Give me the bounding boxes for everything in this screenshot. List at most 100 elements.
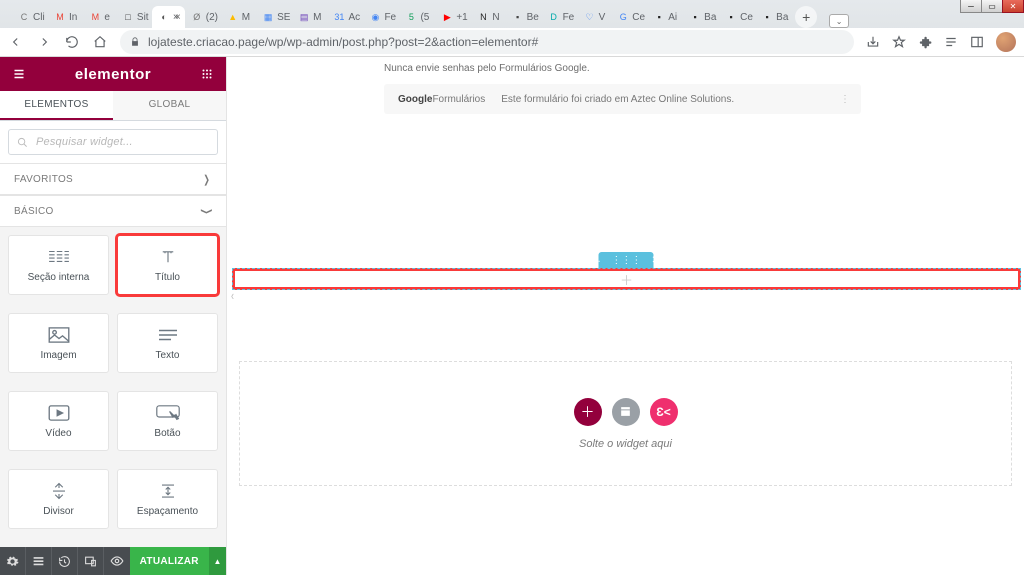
star-icon[interactable] [892, 35, 906, 49]
tab-dropdown[interactable]: ⌄ [829, 14, 849, 28]
tab-title: × [173, 12, 179, 23]
update-button[interactable]: ATUALIZAR [130, 547, 209, 575]
browser-tab[interactable]: ▶+1 [435, 6, 471, 28]
tab-title: V [599, 12, 606, 23]
window-maximize[interactable]: ▭ [981, 0, 1003, 13]
tab-global[interactable]: GLOBAL [113, 91, 226, 120]
google-forms-footer: Nunca envie senhas pelo Formulários Goog… [384, 63, 861, 114]
tab-title: In [69, 12, 77, 23]
preview-icon[interactable] [104, 547, 130, 575]
widget-secao[interactable]: Seção interna [8, 235, 109, 295]
browser-tab[interactable]: ▪Ce [719, 6, 755, 28]
template-button[interactable] [612, 398, 640, 426]
browser-tab[interactable]: MIn [48, 6, 83, 28]
search-input[interactable] [34, 135, 209, 149]
delete-section-icon[interactable]: ✕ [651, 255, 659, 266]
browser-tab[interactable]: ▪Ba [755, 6, 791, 28]
browser-tab[interactable]: ▤M [292, 6, 327, 28]
history-icon[interactable] [52, 547, 78, 575]
widget-espacamento[interactable]: Espaçamento [117, 469, 218, 529]
widget-label: Divisor [43, 506, 74, 517]
drop-widget-area[interactable]: ＋ Ɛ< Solte o widget aqui [239, 361, 1012, 486]
drop-widget-label: Solte o widget aqui [579, 438, 672, 450]
responsive-icon[interactable] [78, 547, 104, 575]
category-favoritos-label: FAVORITOS [14, 174, 73, 185]
browser-tab[interactable]: ▲M [221, 6, 256, 28]
scroll-left-caret: ‹ [231, 289, 234, 303]
browser-tab[interactable]: NN [471, 6, 505, 28]
browser-tab[interactable]: ▪Ai [647, 6, 683, 28]
browser-tab[interactable]: Me [83, 6, 116, 28]
browser-tab[interactable]: ▪Ba [683, 6, 719, 28]
home-icon[interactable] [92, 34, 108, 50]
tab-title: Ai [668, 12, 677, 23]
kebab-icon[interactable]: ⋮ [840, 94, 851, 105]
browser-tab[interactable]: DFe [542, 6, 578, 28]
google-forms-note: Nunca envie senhas pelo Formulários Goog… [384, 63, 861, 74]
imagem-icon [46, 326, 72, 344]
section-handle[interactable]: ＋ ⋮⋮⋮ ✕ [598, 252, 653, 268]
editor-canvas[interactable]: Nunca envie senhas pelo Formulários Goog… [227, 57, 1024, 575]
tab-favicon: ▪ [761, 11, 773, 23]
browser-tab[interactable]: 31Ac [327, 6, 363, 28]
tab-favicon: Ø [191, 11, 203, 23]
address-bar[interactable]: lojateste.criacao.page/wp/wp-admin/post.… [120, 30, 854, 54]
widget-botao[interactable]: Botão [117, 391, 218, 451]
category-favoritos[interactable]: FAVORITOS ❯ [0, 163, 226, 195]
browser-tab[interactable]: CCli [12, 6, 48, 28]
tab-favicon: □ [122, 11, 134, 23]
tab-favicon: G [617, 11, 629, 23]
tab-elementos[interactable]: ELEMENTOS [0, 91, 113, 120]
settings-icon[interactable] [0, 547, 26, 575]
widget-imagem[interactable]: Imagem [8, 313, 109, 373]
drag-section-icon[interactable]: ⋮⋮⋮ [611, 255, 641, 266]
browser-tab[interactable]: ▦SE [256, 6, 292, 28]
back-icon[interactable] [8, 34, 24, 50]
window-controls: ─ ▭ ✕ [961, 0, 1024, 13]
add-section-button[interactable]: ＋ [574, 398, 602, 426]
browser-tab[interactable]: GCe [611, 6, 647, 28]
widget-texto[interactable]: Texto [117, 313, 218, 373]
widget-divisor[interactable]: Divisor [8, 469, 109, 529]
new-tab-button[interactable]: + [795, 6, 817, 28]
botao-icon [155, 404, 181, 422]
add-column-icon[interactable]: ＋ [620, 270, 633, 289]
search-icon [17, 137, 28, 148]
widget-video[interactable]: Vídeo [8, 391, 109, 451]
category-basico[interactable]: BÁSICO ❯ [0, 195, 226, 227]
window-close[interactable]: ✕ [1002, 0, 1024, 13]
browser-tab[interactable]: ◐× [152, 6, 185, 28]
update-caret[interactable]: ▲ [209, 547, 226, 575]
browser-tab[interactable]: □Sit [116, 6, 152, 28]
search-widget-box[interactable] [8, 129, 218, 155]
highlighted-section[interactable]: ＋ [232, 268, 1021, 290]
browser-tab[interactable]: ◉Fe [363, 6, 399, 28]
window-minimize[interactable]: ─ [960, 0, 982, 13]
reload-icon[interactable] [64, 34, 80, 50]
ek-button[interactable]: Ɛ< [650, 398, 678, 426]
widget-label: Espaçamento [137, 506, 198, 517]
puzzle-icon[interactable] [918, 35, 932, 49]
tab-title: Cli [33, 12, 45, 23]
panel-icon[interactable] [970, 35, 984, 49]
navigator-icon[interactable] [26, 547, 52, 575]
widget-titulo[interactable]: Título [117, 235, 218, 295]
tab-favicon: ▪ [512, 11, 524, 23]
tab-favicon: N [477, 11, 489, 23]
apps-icon[interactable] [196, 63, 218, 85]
extension-icons [866, 32, 1016, 52]
avatar[interactable] [996, 32, 1016, 52]
menu-icon[interactable] [8, 63, 30, 85]
forward-icon[interactable] [36, 34, 52, 50]
tab-favicon: 5 [405, 11, 417, 23]
tab-favicon: ▦ [262, 11, 274, 23]
browser-tab[interactable]: 5(5 [399, 6, 435, 28]
add-section-icon[interactable]: ＋ [591, 253, 601, 268]
tab-favicon: ◐ [158, 11, 170, 23]
browser-tab[interactable]: Ø(2) [185, 6, 221, 28]
browser-tab[interactable]: ♡V [578, 6, 612, 28]
browser-tab[interactable]: ▪Be [506, 6, 542, 28]
list-icon[interactable] [944, 35, 958, 49]
tab-favicon: M [54, 11, 66, 23]
share-icon[interactable] [866, 35, 880, 49]
